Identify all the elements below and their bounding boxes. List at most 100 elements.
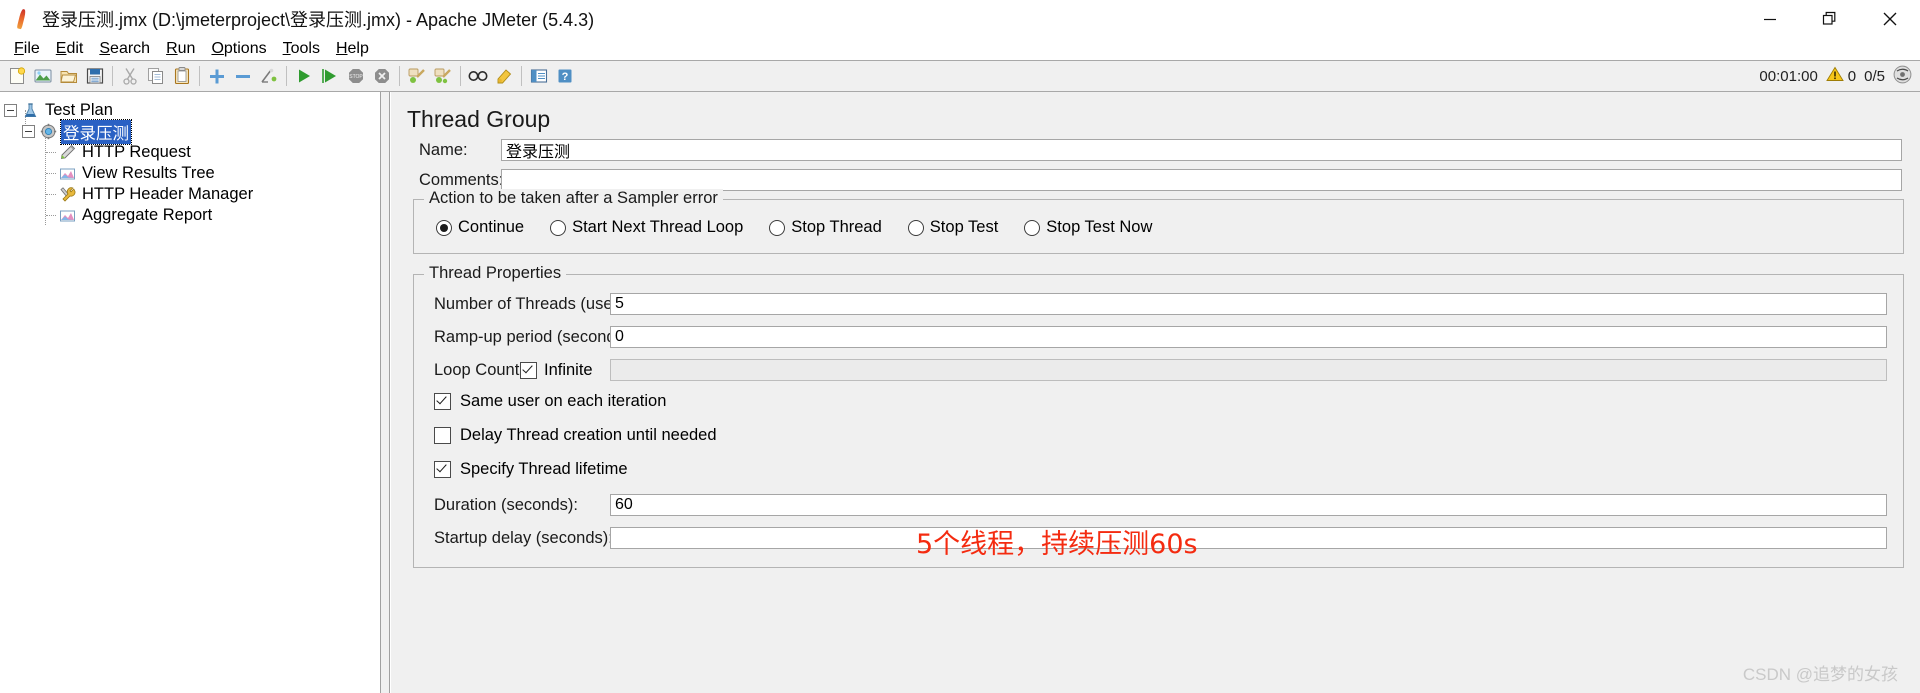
cut-icon[interactable] bbox=[117, 63, 143, 89]
specify-thread-lifetime-checkbox[interactable]: Specify Thread lifetime bbox=[424, 460, 1893, 479]
tree-node-http-header-manager[interactable]: HTTP Header Manager bbox=[0, 184, 380, 205]
menu-tools[interactable]: Tools bbox=[275, 40, 328, 58]
menu-search[interactable]: Search bbox=[91, 40, 158, 58]
radio-stop-test[interactable]: Stop Test bbox=[907, 218, 999, 237]
tree-guide-dash-4 bbox=[46, 215, 56, 216]
collapse-all-icon[interactable] bbox=[230, 63, 256, 89]
radio-label-start-next-thread-loop: Start Next Thread Loop bbox=[572, 218, 744, 236]
new-icon[interactable] bbox=[4, 63, 30, 89]
activity-indicator-icon bbox=[1893, 65, 1912, 88]
radio-mark-stop-test[interactable] bbox=[907, 219, 924, 236]
radio-stop-thread[interactable]: Stop Thread bbox=[769, 218, 882, 237]
radio-mark-continue[interactable] bbox=[436, 219, 452, 236]
duration-input[interactable] bbox=[610, 494, 1887, 516]
tree-node-http-request[interactable]: HTTP Request bbox=[0, 142, 380, 163]
radio-label-stop-test: Stop Test bbox=[929, 218, 999, 236]
help-icon[interactable]: ? bbox=[552, 63, 578, 89]
radio-mark-stop-test-now[interactable] bbox=[1024, 219, 1041, 236]
toggle-icon[interactable] bbox=[256, 63, 282, 89]
tree-node-aggregate-report[interactable]: Aggregate Report bbox=[0, 205, 380, 226]
test-plan-icon bbox=[21, 102, 39, 120]
number-of-threads-label: Number of Threads (users): bbox=[434, 294, 637, 313]
name-input[interactable] bbox=[501, 139, 1902, 161]
radio-mark-stop-thread[interactable] bbox=[769, 219, 786, 236]
close-button[interactable] bbox=[1860, 0, 1920, 38]
clear-all-icon[interactable] bbox=[430, 63, 456, 89]
loop-count-row: Loop Count: Infinite bbox=[424, 359, 1893, 381]
startup-delay-label: Startup delay (seconds): bbox=[434, 528, 613, 547]
active-threads-count: 0/5 bbox=[1864, 67, 1885, 85]
delay-thread-creation-label: Delay Thread creation until needed bbox=[460, 426, 717, 444]
comments-label: Comments: bbox=[419, 170, 504, 189]
same-user-label: Same user on each iteration bbox=[460, 392, 667, 410]
warning-count: 0 bbox=[1847, 67, 1857, 85]
radio-start-next-thread-loop[interactable]: Start Next Thread Loop bbox=[550, 218, 743, 237]
same-user-checkbox-mark[interactable] bbox=[434, 393, 451, 410]
tree-node-test-plan[interactable]: Test Plan bbox=[0, 100, 380, 121]
radio-mark-start-next-thread-loop[interactable] bbox=[550, 219, 567, 236]
stop-icon[interactable]: STOP bbox=[343, 63, 369, 89]
ramp-up-period-input[interactable] bbox=[610, 326, 1887, 348]
tree-toggle-test-plan[interactable] bbox=[4, 104, 17, 117]
paste-icon[interactable] bbox=[169, 63, 195, 89]
duration-label: Duration (seconds): bbox=[434, 495, 578, 514]
radio-label-continue: Continue bbox=[458, 218, 525, 236]
svg-text:?: ? bbox=[562, 71, 569, 83]
ramp-up-period-label: Ramp-up period (seconds): bbox=[434, 327, 634, 346]
function-helper-icon[interactable] bbox=[526, 63, 552, 89]
http-request-icon bbox=[58, 144, 76, 162]
sampler-error-groupbox: Action to be taken after a Sampler error… bbox=[413, 189, 1904, 254]
clear-icon[interactable] bbox=[404, 63, 430, 89]
menu-edit[interactable]: Edit bbox=[48, 40, 92, 58]
radio-label-stop-test-now: Stop Test Now bbox=[1046, 218, 1153, 236]
copy-icon[interactable] bbox=[143, 63, 169, 89]
tree-toggle-thread-group[interactable] bbox=[22, 125, 35, 138]
save-icon[interactable] bbox=[82, 63, 108, 89]
menu-help[interactable]: Help bbox=[328, 40, 377, 58]
radio-label-stop-thread: Stop Thread bbox=[791, 218, 882, 236]
infinite-checkbox-mark[interactable] bbox=[520, 361, 537, 379]
ramp-up-period-row: Ramp-up period (seconds): bbox=[424, 326, 1893, 348]
main-content: Test Plan 登录压测 HTTP Request View Results… bbox=[0, 92, 1920, 693]
loop-count-input[interactable] bbox=[610, 359, 1887, 381]
radio-continue[interactable]: Continue bbox=[436, 218, 524, 237]
menu-options[interactable]: Options bbox=[203, 40, 274, 58]
delay-thread-creation-checkbox-mark[interactable] bbox=[434, 427, 451, 444]
search-icon[interactable] bbox=[465, 63, 491, 89]
start-no-timers-icon[interactable] bbox=[317, 63, 343, 89]
radio-stop-test-now[interactable]: Stop Test Now bbox=[1024, 218, 1152, 237]
shutdown-icon[interactable] bbox=[369, 63, 395, 89]
startup-delay-input[interactable] bbox=[610, 527, 1887, 549]
tree-label-test-plan: Test Plan bbox=[45, 101, 113, 119]
menu-file[interactable]: File bbox=[6, 40, 48, 58]
comments-input[interactable] bbox=[501, 169, 1902, 191]
templates-icon[interactable] bbox=[30, 63, 56, 89]
minimize-button[interactable] bbox=[1740, 0, 1800, 38]
maximize-button[interactable] bbox=[1800, 0, 1860, 38]
test-plan-tree[interactable]: Test Plan 登录压测 HTTP Request View Results… bbox=[0, 92, 381, 693]
tree-label-http-request: HTTP Request bbox=[82, 143, 191, 161]
tree-label-aggregate-report: Aggregate Report bbox=[82, 206, 213, 224]
number-of-threads-input[interactable] bbox=[610, 293, 1887, 315]
menu-run[interactable]: Run bbox=[158, 40, 203, 58]
view-results-tree-icon bbox=[58, 165, 76, 183]
tree-node-view-results-tree[interactable]: View Results Tree bbox=[0, 163, 380, 184]
toolbar-status: 00:01:00 0 0/5 bbox=[1759, 61, 1912, 91]
page-title: Thread Group bbox=[407, 106, 551, 132]
same-user-checkbox[interactable]: Same user on each iteration bbox=[424, 392, 1893, 411]
panel-splitter[interactable] bbox=[381, 92, 390, 693]
expand-all-icon[interactable] bbox=[204, 63, 230, 89]
menu-bar: File Edit Search Run Options Tools Help bbox=[0, 38, 1920, 60]
delay-thread-creation-checkbox[interactable]: Delay Thread creation until needed bbox=[424, 426, 1893, 445]
open-icon[interactable] bbox=[56, 63, 82, 89]
specify-thread-lifetime-checkbox-mark[interactable] bbox=[434, 461, 451, 478]
separator-3 bbox=[286, 66, 287, 86]
warning-indicator[interactable]: 0 bbox=[1825, 66, 1857, 86]
tree-node-thread-group[interactable]: 登录压测 bbox=[0, 118, 380, 145]
start-icon[interactable] bbox=[291, 63, 317, 89]
infinite-checkbox[interactable]: Infinite bbox=[520, 361, 610, 380]
title-bar: 登录压测.jmx (D:\jmeterproject\登录压测.jmx) - A… bbox=[0, 0, 1920, 38]
duration-row: Duration (seconds): bbox=[424, 494, 1893, 516]
warning-triangle-icon bbox=[1825, 66, 1844, 86]
search-reset-icon[interactable] bbox=[491, 63, 517, 89]
